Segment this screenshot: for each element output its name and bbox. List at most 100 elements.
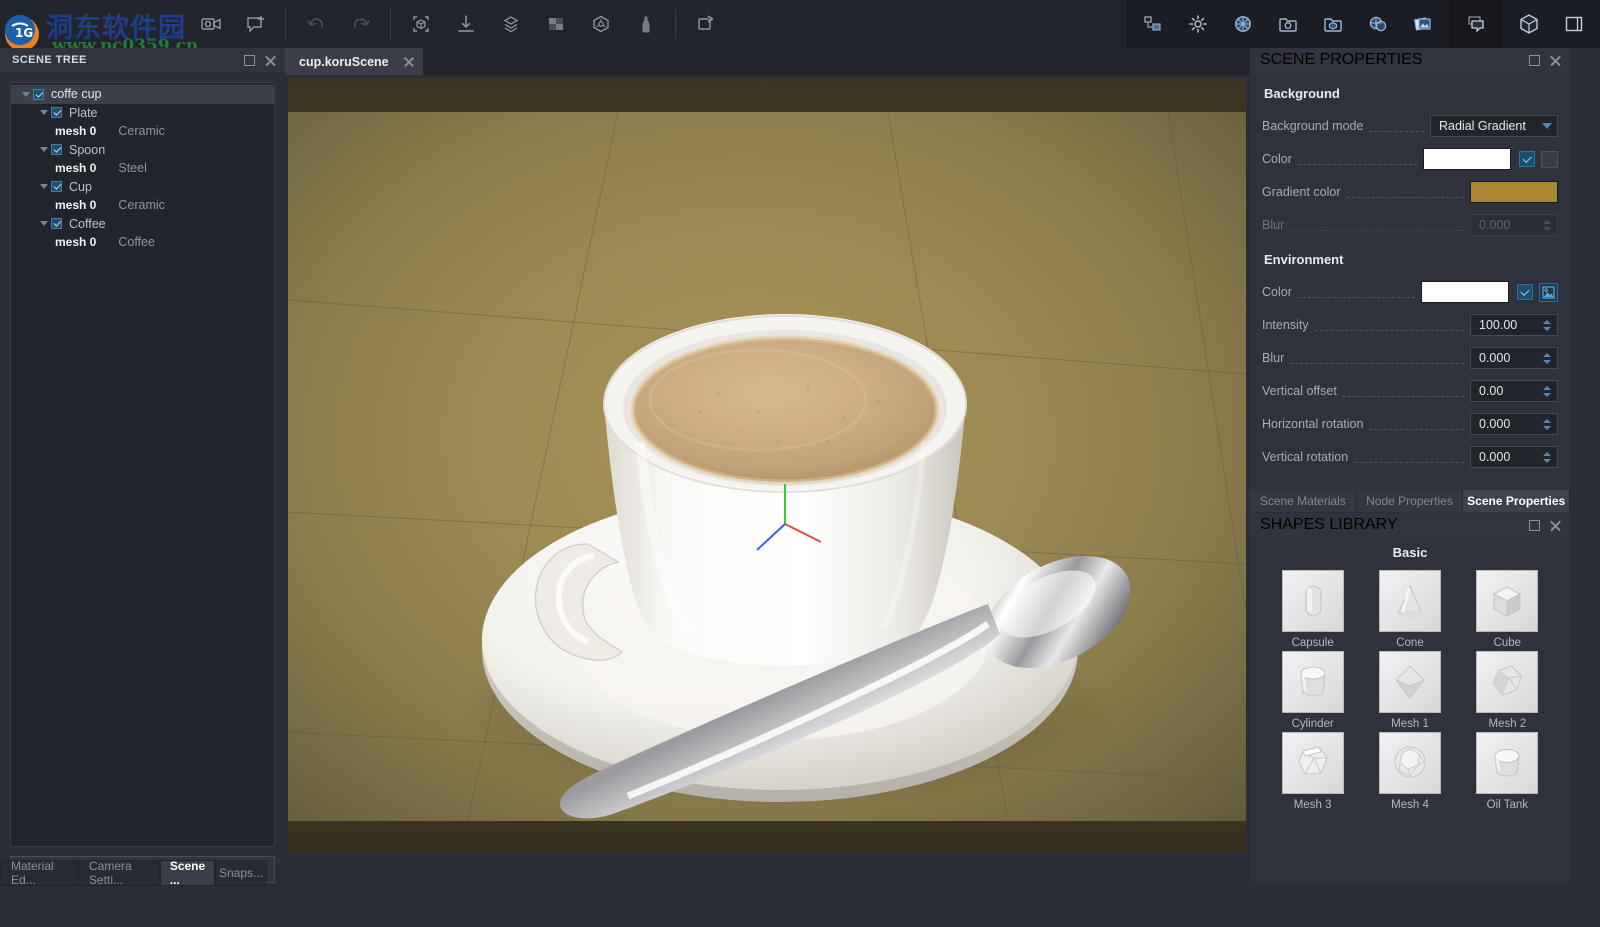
tree-row[interactable]: Coffee [11, 215, 274, 234]
tree-material-label: Coffee [118, 235, 155, 249]
stepper-arrows[interactable] [1543, 316, 1554, 335]
viewport-render-stage[interactable] [288, 112, 1246, 821]
expand-arrow-icon[interactable] [37, 221, 51, 226]
visibility-checkbox[interactable] [33, 89, 44, 100]
number-field[interactable]: 0.000 [1470, 347, 1558, 369]
comments-icon[interactable] [1453, 0, 1498, 48]
number-field[interactable]: 100.00 [1470, 314, 1558, 336]
left-tab-2[interactable]: Scene ... [160, 860, 215, 886]
enable-checkbox[interactable] [1517, 284, 1533, 300]
visibility-checkbox[interactable] [51, 107, 62, 118]
number-field[interactable]: 0.000 [1470, 413, 1558, 435]
merge-nodes-icon[interactable] [488, 0, 533, 48]
expand-arrow-icon[interactable] [37, 110, 51, 115]
stepper-arrows[interactable] [1543, 382, 1554, 401]
chevron-down-icon[interactable] [1542, 123, 1552, 129]
stepper-arrows[interactable] [1543, 415, 1554, 434]
left-tab-3[interactable]: Snaps... [215, 860, 267, 886]
tab-cup-koruscene[interactable]: cup.koruScene [285, 48, 423, 75]
color-swatch[interactable] [1421, 281, 1509, 303]
globe-icon[interactable] [1220, 0, 1265, 48]
bottle-icon[interactable] [623, 0, 668, 48]
tree-row[interactable]: mesh 0Ceramic [11, 196, 274, 215]
maximize-icon[interactable] [244, 55, 255, 66]
camera-record-icon[interactable] [188, 0, 233, 48]
shape-item-mesh-4[interactable]: Mesh 4 [1361, 732, 1458, 811]
expand-arrow-icon[interactable] [37, 184, 51, 189]
tree-row[interactable]: coffe cup [11, 85, 274, 104]
shape-item-mesh-2[interactable]: Mesh 2 [1459, 651, 1556, 730]
left-tab-1[interactable]: Camera Setti... [78, 860, 160, 886]
scene-tree-icon[interactable] [1130, 0, 1175, 48]
texture-button[interactable] [1541, 151, 1558, 168]
viewport-3d[interactable] [288, 78, 1246, 853]
checker-icon[interactable] [533, 0, 578, 48]
shape-label: Mesh 4 [1391, 799, 1429, 811]
tree-row[interactable]: mesh 0Steel [11, 159, 274, 178]
add-note-icon[interactable] [233, 0, 278, 48]
images-icon[interactable] [1400, 0, 1445, 48]
maximize-icon[interactable] [1529, 520, 1540, 531]
material-spheres-icon[interactable] [1355, 0, 1400, 48]
stepper-arrows[interactable] [1543, 349, 1554, 368]
number-field[interactable]: 0.000 [1470, 446, 1558, 468]
shapes-library-body[interactable]: Basic CapsuleConeCubeCylinderMesh 1Mesh … [1250, 537, 1570, 882]
shape-item-capsule[interactable]: Capsule [1264, 570, 1361, 649]
left-tab-0[interactable]: Material Ed... [0, 860, 78, 886]
shape-label: Mesh 2 [1488, 718, 1526, 730]
shape-item-cube[interactable]: Cube [1459, 570, 1556, 649]
visibility-checkbox[interactable] [51, 181, 62, 192]
expand-arrow-icon[interactable] [19, 92, 33, 97]
color-swatch[interactable] [1423, 148, 1511, 170]
mesh1-shape-icon [1379, 651, 1441, 713]
share-icon[interactable] [683, 0, 728, 48]
tab-node-properties[interactable]: Node Properties [1357, 490, 1464, 512]
close-icon[interactable] [1549, 54, 1562, 67]
close-icon[interactable] [1549, 519, 1562, 532]
gear-icon[interactable] [1175, 0, 1220, 48]
cube-icon[interactable] [1506, 0, 1551, 48]
shape-item-mesh-3[interactable]: Mesh 3 [1264, 732, 1361, 811]
tree-row[interactable]: mesh 0Coffee [11, 233, 274, 252]
close-icon[interactable] [264, 54, 277, 67]
bounding-box-icon[interactable] [398, 0, 443, 48]
undo-icon[interactable] [293, 0, 338, 48]
background-mode-select[interactable]: Radial Gradient [1430, 115, 1558, 137]
stepper-arrows[interactable] [1543, 448, 1554, 467]
shape-item-cylinder[interactable]: Cylinder [1264, 651, 1361, 730]
maximize-icon[interactable] [1529, 55, 1540, 66]
tree-row[interactable]: mesh 0Ceramic [11, 122, 274, 141]
close-icon[interactable] [403, 56, 415, 68]
tab-scene-materials[interactable]: Scene Materials [1250, 490, 1357, 512]
color-swatch[interactable] [1470, 181, 1558, 203]
scene-tree-list[interactable]: coffe cupPlatemesh 0CeramicSpoonmesh 0St… [10, 82, 275, 847]
property-label: Blur [1262, 218, 1284, 232]
scene-properties-tab-bar: Scene MaterialsNode PropertiesScene Prop… [1250, 490, 1570, 512]
number-field[interactable]: 0.00 [1470, 380, 1558, 402]
background-rows: Background modeRadial GradientColorGradi… [1262, 113, 1558, 238]
coffee-cup-render [288, 112, 1246, 821]
visibility-checkbox[interactable] [51, 218, 62, 229]
redo-icon[interactable] [338, 0, 383, 48]
expand-arrow-icon[interactable] [37, 147, 51, 152]
camera-folder-icon[interactable] [1265, 0, 1310, 48]
drop-to-floor-icon[interactable] [443, 0, 488, 48]
tree-row[interactable]: Spoon [11, 141, 274, 160]
asset-folder-icon[interactable] [1310, 0, 1355, 48]
number-field[interactable]: 0.000 [1470, 214, 1558, 236]
image-picker-icon[interactable] [1539, 283, 1558, 302]
dotted-leader [1354, 462, 1464, 463]
wireframe-cube-icon[interactable] [578, 0, 623, 48]
stepper-arrows[interactable] [1543, 216, 1554, 235]
shape-item-mesh-1[interactable]: Mesh 1 [1361, 651, 1458, 730]
property-label: Color [1262, 285, 1292, 299]
shape-item-cone[interactable]: Cone [1361, 570, 1458, 649]
tree-row[interactable]: Cup [11, 178, 274, 197]
layout-icon[interactable] [1551, 0, 1596, 48]
enable-checkbox[interactable] [1519, 151, 1535, 167]
property-row: Blur 0.000 [1262, 212, 1558, 238]
shape-item-oil-tank[interactable]: Oil Tank [1459, 732, 1556, 811]
tab-scene-properties[interactable]: Scene Properties [1463, 490, 1570, 512]
tree-row[interactable]: Plate [11, 104, 274, 123]
visibility-checkbox[interactable] [51, 144, 62, 155]
